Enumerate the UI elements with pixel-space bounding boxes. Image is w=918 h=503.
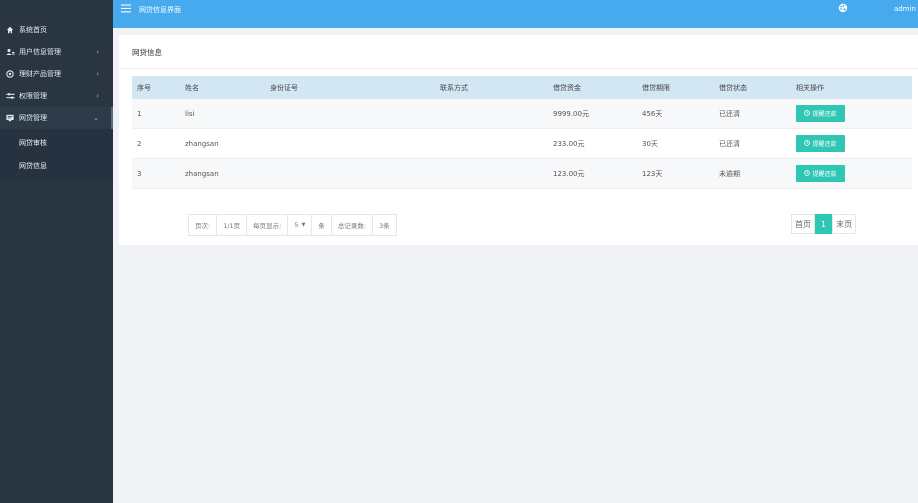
sidebar-item-user-management[interactable]: 用户信息管理 › [0, 41, 113, 63]
cell-name: lisi [180, 99, 265, 129]
cell-contact [435, 99, 548, 129]
sidebar-subitem-loan-review[interactable]: 网贷审核 [0, 131, 113, 154]
cell-amount: 123.00元 [548, 158, 637, 189]
chevron-down-icon: ⌄ [93, 114, 99, 122]
cell-id-card [265, 158, 435, 189]
menu-toggle-icon[interactable] [121, 4, 131, 16]
chevron-right-icon: › [96, 48, 99, 56]
total-label: 总记录数: [332, 215, 374, 235]
sidebar-logo-area [0, 0, 113, 19]
column-header-contact: 联系方式 [435, 76, 548, 99]
sidebar-item-label: 网贷管理 [19, 114, 47, 122]
cell-index: 1 [132, 99, 180, 129]
remind-repay-label: 提醒还款 [812, 111, 837, 118]
top-bar: 网贷信息界面 admin [113, 0, 918, 28]
cell-amount: 233.00元 [548, 128, 637, 159]
clock-icon [804, 139, 811, 148]
per-page-unit: 条 [312, 215, 332, 235]
last-page-button[interactable]: 末页 [832, 214, 857, 234]
per-page-label: 每页显示: [247, 215, 289, 235]
cell-id-card [265, 128, 435, 159]
loan-info-panel: 网贷信息 序号 姓名 身份证号 联系方式 借贷资金 借贷期限 借贷状态 相关操作 [119, 35, 918, 245]
cell-index: 3 [132, 158, 180, 189]
sidebar-item-finance-products[interactable]: 理财产品管理 › [0, 63, 113, 85]
users-icon [5, 48, 15, 56]
cell-status: 已还清 [714, 128, 791, 159]
cell-actions: 提醒还款 [791, 99, 912, 129]
remind-repay-label: 提醒还款 [812, 171, 837, 178]
sidebar-item-home[interactable]: 系统首页 [0, 19, 113, 41]
page-number-button[interactable]: 1 [815, 214, 833, 234]
cell-name: zhangsan [180, 158, 265, 189]
palette-icon[interactable] [838, 3, 848, 13]
loan-icon [5, 114, 15, 122]
cell-term: 30天 [637, 128, 714, 159]
cell-term: 456天 [637, 99, 714, 129]
caret-down-icon: ▼ [301, 222, 306, 228]
sidebar-item-label: 理财产品管理 [19, 70, 61, 78]
sidebar-item-label: 权限管理 [19, 92, 47, 100]
remind-repay-button[interactable]: 提醒还款 [796, 165, 845, 182]
page-label: 页次: [189, 215, 218, 235]
permission-icon [5, 92, 15, 100]
cell-name: zhangsan [180, 128, 265, 159]
cell-term: 123天 [637, 158, 714, 189]
table-row: 2 zhangsan 233.00元 30天 已还清 提醒还款 [132, 128, 912, 159]
loan-table: 序号 姓名 身份证号 联系方式 借贷资金 借贷期限 借贷状态 相关操作 1 li… [132, 76, 912, 189]
home-icon [5, 26, 15, 34]
chevron-right-icon: › [96, 70, 99, 78]
pager: 首页 1 末页 [791, 214, 857, 234]
table-row: 1 lisi 9999.00元 456天 已还清 提醒还款 [132, 99, 912, 129]
sidebar-item-label: 用户信息管理 [19, 48, 61, 56]
clock-icon [804, 169, 811, 178]
sidebar: 系统首页 用户信息管理 › 理财产品管理 › 权限管理 › 网贷管理 ⌄ 网贷审… [0, 0, 113, 503]
remind-repay-button[interactable]: 提醒还款 [796, 105, 845, 122]
user-name[interactable]: admin [894, 5, 916, 13]
table-header-row: 序号 姓名 身份证号 联系方式 借贷资金 借贷期限 借贷状态 相关操作 [132, 76, 912, 99]
remind-repay-button[interactable]: 提醒还款 [796, 135, 845, 152]
page-title: 网贷信息界面 [139, 6, 181, 14]
column-header-term: 借贷期限 [637, 76, 714, 99]
column-header-status: 借贷状态 [714, 76, 791, 99]
page-value: 1/1页 [217, 215, 248, 235]
cell-actions: 提醒还款 [791, 158, 912, 189]
sidebar-item-loan-management[interactable]: 网贷管理 ⌄ [0, 107, 113, 129]
column-header-amount: 借贷资金 [548, 76, 637, 99]
column-header-index: 序号 [132, 76, 180, 99]
cell-status: 未逾期 [714, 158, 791, 189]
chevron-right-icon: › [96, 92, 99, 100]
cell-status: 已还清 [714, 99, 791, 129]
divider [119, 68, 918, 69]
per-page-value: 5 [294, 221, 299, 229]
cell-contact [435, 158, 548, 189]
total-value: 3条 [379, 222, 390, 230]
cell-contact [435, 128, 548, 159]
remind-repay-label: 提醒还款 [812, 141, 837, 148]
table-row: 3 zhangsan 123.00元 123天 未逾期 提醒还款 [132, 158, 912, 189]
cell-id-card [265, 99, 435, 129]
cell-amount: 9999.00元 [548, 99, 637, 129]
clock-icon [804, 109, 811, 118]
loan-submenu: 网贷审核 网贷信息 [0, 129, 113, 181]
sidebar-item-label: 系统首页 [19, 26, 47, 34]
column-header-name: 姓名 [180, 76, 265, 99]
per-page-select[interactable]: 5 ▼ [288, 215, 313, 235]
column-header-id-card: 身份证号 [265, 76, 435, 99]
column-header-actions: 相关操作 [791, 76, 912, 99]
first-page-button[interactable]: 首页 [791, 214, 815, 234]
pagination-info: 页次: 1/1页 每页显示: 5 ▼ 条 总记录数: 3条 [188, 214, 397, 236]
cell-index: 2 [132, 128, 180, 159]
sidebar-subitem-loan-info[interactable]: 网贷信息 [0, 154, 113, 177]
panel-title: 网贷信息 [132, 48, 162, 57]
sidebar-item-permissions[interactable]: 权限管理 › [0, 85, 113, 107]
cell-actions: 提醒还款 [791, 128, 912, 159]
finance-icon [5, 70, 15, 78]
